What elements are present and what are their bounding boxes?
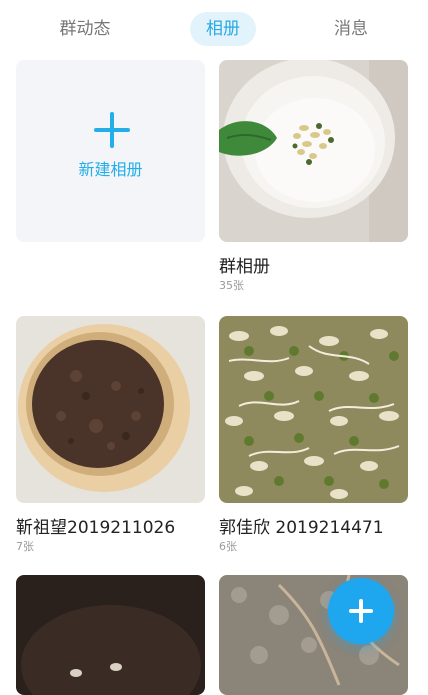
tab-messages[interactable]: 消息 — [318, 12, 384, 46]
album-cover-4[interactable] — [16, 575, 205, 695]
add-photo-fab-button[interactable] — [328, 578, 394, 644]
album-title: 群相册 — [219, 257, 270, 277]
album-count: 35张 — [219, 279, 244, 292]
album-title: 郭佳欣 2019214471 — [219, 518, 384, 538]
tab-group-dynamics[interactable]: 群动态 — [52, 12, 118, 46]
album-cover-2[interactable] — [16, 316, 205, 503]
new-album-label: 新建相册 — [78, 160, 143, 179]
top-tab-bar: 群动态 相册 消息 — [0, 0, 428, 60]
bowl-photo — [219, 60, 408, 242]
album-count: 7张 — [16, 540, 34, 553]
new-album-button[interactable]: 新建相册 — [16, 60, 205, 242]
dark-soil-photo — [16, 575, 205, 695]
album-cover-3[interactable] — [219, 316, 408, 503]
album-title: 靳祖望2019211026 — [16, 518, 176, 538]
tab-album[interactable]: 相册 — [190, 12, 256, 46]
album-count: 6张 — [219, 540, 237, 553]
soil-pot-photo — [16, 316, 205, 503]
album-cover-group[interactable] — [219, 60, 408, 242]
plus-icon — [94, 112, 130, 148]
bean-sprouts-photo — [219, 316, 408, 503]
